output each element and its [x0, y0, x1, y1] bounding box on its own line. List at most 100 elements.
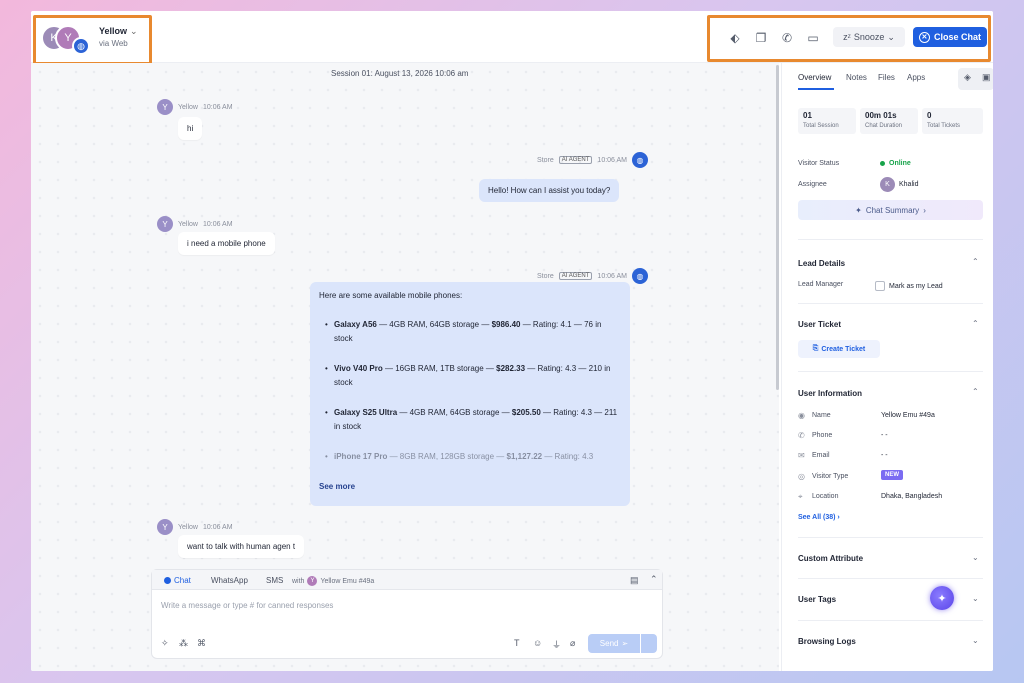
message-time: 10:06 AM [202, 523, 233, 531]
layers-icon[interactable]: ◈ [964, 72, 971, 83]
browsing-logs-heading[interactable]: Browsing Logs [798, 637, 856, 646]
visitor-status-value: Online [880, 160, 911, 167]
template-icon[interactable]: ▤ [630, 575, 639, 586]
tab-notes[interactable]: Notes [846, 73, 867, 82]
product-price: $1,127.22 [506, 452, 543, 461]
phone-label: Phone [812, 432, 833, 439]
location-label: Location [812, 493, 839, 500]
product-price: $205.50 [511, 408, 541, 417]
phone-icon: ✆ [798, 431, 805, 440]
shortcut-icon[interactable]: ⌘ [197, 638, 206, 649]
session-divider: Session 01: August 13, 2026 10:06 am [331, 69, 469, 78]
emoji-icon[interactable]: ☺ [533, 638, 542, 648]
online-dot-icon [880, 161, 885, 166]
text-format-icon[interactable]: T [514, 638, 520, 648]
microphone-icon[interactable]: ⏚ [552, 638, 561, 651]
chevron-up-icon[interactable]: ⌃ [972, 319, 979, 328]
stat-label: Total Session [803, 123, 839, 129]
stat-value: 00m 01s [865, 111, 897, 120]
sender-name: Yellow [178, 103, 198, 111]
product-spec: — 4GB RAM, 64GB storage — [376, 320, 492, 329]
chevron-down-icon[interactable]: ⌄ [972, 553, 979, 562]
sidebar-toolbar: ◈ ▣ [958, 68, 993, 90]
highlight-frame-actions [707, 15, 991, 62]
chat-scrollbar[interactable] [776, 65, 779, 390]
sender-name: Store [537, 272, 554, 280]
message-header: Y Yellow 10:06 AM [157, 99, 233, 115]
mark-lead-checkbox[interactable] [875, 281, 885, 291]
chevron-right-icon: › [923, 205, 926, 215]
stat-total-tickets: 0 Total Tickets [922, 108, 983, 134]
ai-assistant-fab-icon[interactable]: ✦ [930, 586, 954, 610]
product-name: Galaxy S25 Ultra [334, 408, 398, 417]
mark-lead-text: Mark as my Lead [889, 282, 943, 290]
divider [798, 303, 983, 304]
details-sidebar: Overview Notes Files Apps ◈ ▣ 01 Total S… [781, 63, 993, 671]
avatar: Y [307, 576, 318, 586]
send-options-button[interactable] [641, 634, 657, 653]
avatar: K [880, 177, 895, 192]
avatar: Y [157, 216, 173, 232]
user-ticket-heading[interactable]: User Ticket [798, 320, 841, 329]
list-item: Galaxy S25 Ultra — 4GB RAM, 64GB storage… [319, 406, 621, 434]
stat-value: 01 [803, 111, 812, 120]
tab-files[interactable]: Files [878, 73, 895, 82]
see-more-link[interactable]: See more [319, 482, 355, 491]
location-pin-icon: ⌖ [798, 492, 803, 501]
product-name: iPhone 17 Pro [334, 452, 388, 461]
magic-wand-icon[interactable]: ⁂ [179, 638, 188, 649]
list-item: iPhone 17 Pro — 8GB RAM, 128GB storage —… [319, 450, 621, 464]
product-spec: — 4GB RAM, 64GB storage — [397, 408, 512, 417]
online-text: Online [889, 160, 911, 167]
stat-value: 0 [927, 111, 932, 120]
tab-overview[interactable]: Overview [798, 73, 831, 82]
see-all-text: See All (38) [798, 514, 836, 521]
visitor-status-label: Visitor Status [798, 160, 840, 167]
custom-attribute-heading[interactable]: Custom Attribute [798, 554, 863, 563]
chevron-up-icon[interactable]: ⌃ [972, 387, 979, 396]
product-price: $282.33 [496, 364, 526, 373]
product-list: Galaxy A56 — 4GB RAM, 64GB storage — $98… [319, 318, 621, 464]
lead-manager-label: Lead Manager [798, 281, 844, 288]
visitor-type-icon: ◎ [798, 472, 805, 481]
chevron-up-icon[interactable]: ⌃ [972, 257, 979, 266]
divider [798, 537, 983, 538]
name-value: Yellow Emu #49a [881, 412, 935, 419]
product-rating: — Rating: 4.3 [542, 452, 594, 461]
recipient-name: Yellow Emu #49a [320, 577, 375, 585]
attachment-icon[interactable]: ⌀ [570, 638, 575, 649]
chevron-down-icon[interactable]: ⌄ [972, 594, 979, 603]
lead-details-heading[interactable]: Lead Details [798, 259, 845, 268]
chat-thread[interactable]: Session 01: August 13, 2026 10:06 am Y Y… [31, 63, 779, 671]
chevron-down-icon[interactable]: ⌄ [972, 636, 979, 645]
user-information-heading[interactable]: User Information [798, 389, 862, 398]
message-composer: Chat WhatsApp SMS with Y Yellow Emu #49a… [151, 569, 663, 659]
tab-chat[interactable]: Chat [164, 576, 191, 585]
mark-as-lead-toggle[interactable]: Mark as my Lead [875, 281, 943, 291]
assignee-value[interactable]: K Khalid [880, 177, 918, 192]
phone-value: - - [881, 432, 888, 439]
chat-summary-button[interactable]: ✦ Chat Summary › [798, 200, 983, 220]
bot-avatar-icon: ◍ [632, 268, 648, 284]
email-value: - - [881, 452, 888, 459]
user-tags-heading[interactable]: User Tags [798, 595, 836, 604]
tab-apps[interactable]: Apps [907, 73, 925, 82]
chevron-up-icon[interactable]: ⌃ [650, 574, 658, 585]
tab-sms[interactable]: SMS [266, 576, 283, 585]
message-header: Y Yellow 10:06 AM [157, 216, 233, 232]
create-ticket-button[interactable]: ⎘ Create Ticket [798, 340, 880, 358]
visitor-message: hi [178, 117, 203, 140]
channel-tabs: Chat WhatsApp SMS with Y Yellow Emu #49a… [152, 570, 662, 590]
visitor-type-value: NEW [881, 470, 903, 480]
chat-summary-label: Chat Summary [865, 205, 920, 215]
tab-whatsapp[interactable]: WhatsApp [211, 576, 248, 585]
message-input[interactable]: Write a message or type # for canned res… [161, 601, 333, 610]
list-item: Vivo V40 Pro — 16GB RAM, 1TB storage — $… [319, 362, 621, 390]
send-button[interactable]: Send ➢ [588, 634, 640, 653]
sparkle-icon[interactable]: ✧ [161, 638, 169, 649]
ai-agent-badge: AI AGENT [558, 272, 593, 280]
bot-avatar-icon: ◍ [632, 152, 648, 168]
see-all-link[interactable]: See All (38) › [798, 514, 840, 521]
message-time: 10:06 AM [202, 103, 233, 111]
collapse-panel-icon[interactable]: ▣ [982, 72, 991, 83]
